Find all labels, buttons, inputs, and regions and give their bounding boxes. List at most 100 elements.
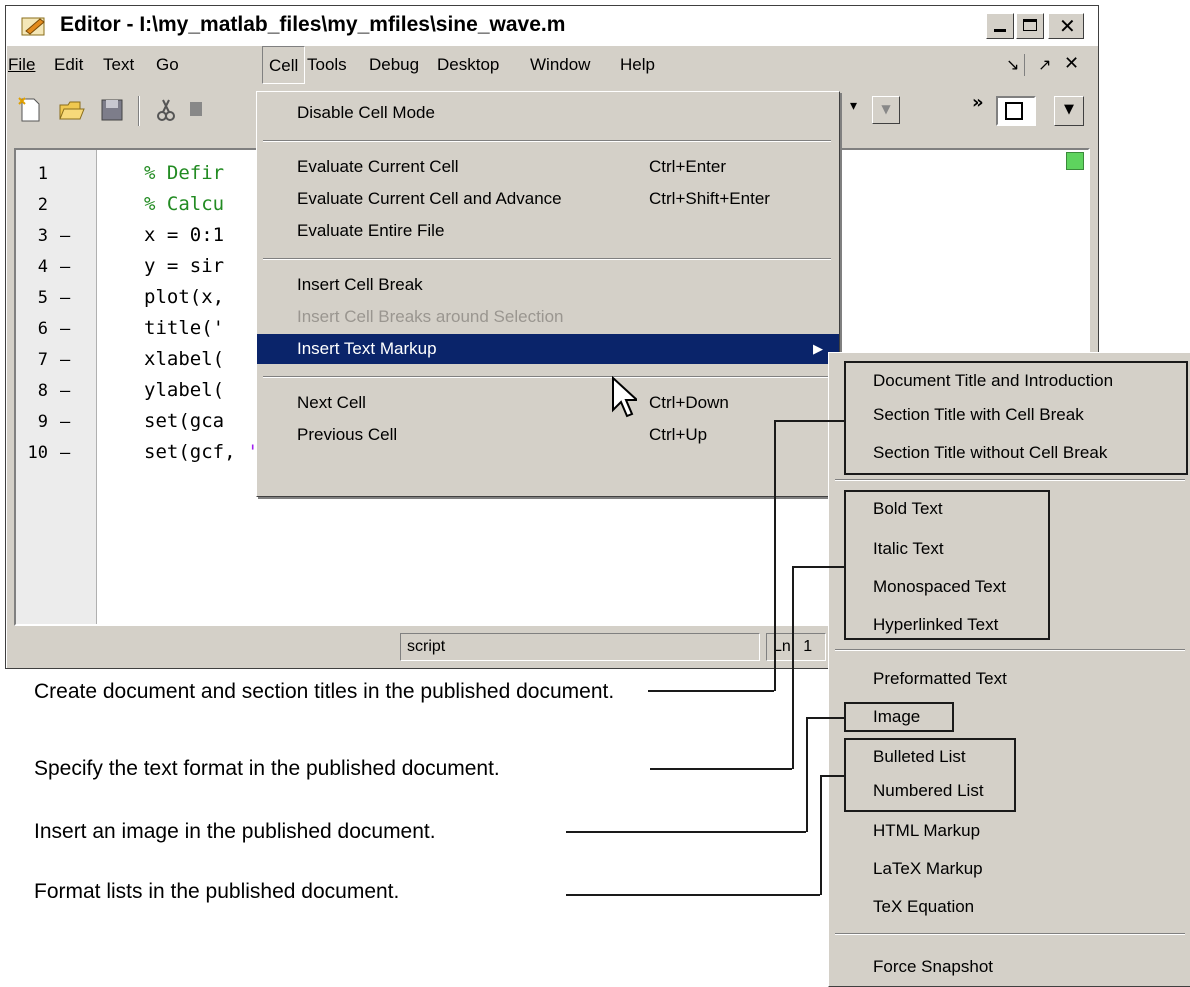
menu-file[interactable]: File (8, 55, 35, 75)
code-line[interactable]: % Defir (144, 162, 224, 184)
code-line[interactable]: xlabel( (144, 348, 224, 370)
connector-text-format (650, 768, 792, 770)
menu-separator (263, 258, 831, 260)
submenu-item-12[interactable]: LaTeX Markup (829, 853, 1189, 885)
close-doc-icon[interactable]: ✕ (1064, 53, 1079, 74)
minimize-button[interactable] (986, 13, 1014, 39)
menu-window[interactable]: Window (530, 55, 590, 75)
undock-icon[interactable]: ↗ (1038, 55, 1051, 74)
cut-icon[interactable] (152, 96, 180, 124)
cell-menu-item-6[interactable]: Insert Cell Break (257, 270, 839, 300)
cell-menu: Disable Cell Mode Evaluate Current Cell Ct… (256, 91, 840, 497)
cell-menu-item-0[interactable]: Disable Cell Mode (257, 98, 839, 128)
breakpoint-marker[interactable]: – (60, 257, 70, 277)
code-line[interactable]: ylabel( (144, 379, 224, 401)
line-number: 7 (37, 350, 48, 370)
connector-titles (648, 690, 774, 692)
close-button[interactable]: ✕ (1048, 13, 1084, 39)
code-text: x = 0:1 (144, 224, 225, 246)
breakpoint-marker[interactable]: – (60, 381, 70, 401)
breakpoint-marker[interactable]: – (60, 412, 70, 432)
text-format-group-box (844, 490, 1050, 640)
lists-group-box (844, 738, 1016, 812)
menu-item-shortcut: Ctrl+Enter (649, 157, 726, 176)
menu-item-label: Previous Cell (297, 425, 398, 444)
toolbar-dropdown-button[interactable]: ▼ (872, 96, 900, 124)
menu-desktop[interactable]: Desktop (437, 55, 499, 75)
submenu-item-13[interactable]: TeX Equation (829, 891, 1189, 923)
callout-titles: Create document and section titles in th… (34, 680, 615, 703)
image-group-box (844, 702, 954, 732)
code-line[interactable]: x = 0:1 (144, 224, 224, 246)
code-line[interactable]: title(' (144, 317, 224, 339)
menu-item-shortcut: Ctrl+Shift+Enter (649, 189, 770, 208)
callout-image: Insert an image in the published documen… (34, 820, 436, 843)
menu-cell[interactable]: Cell (262, 46, 306, 84)
menu-item-shortcut: Ctrl+Up (649, 425, 708, 444)
callout-lists: Format lists in the published document. (34, 880, 400, 903)
menu-text[interactable]: Text (103, 55, 134, 75)
code-line[interactable]: % Calcu (144, 193, 224, 215)
breakpoint-marker[interactable]: – (60, 443, 70, 463)
menu-tools[interactable]: Tools (307, 55, 347, 75)
cell-menu-item-3[interactable]: Evaluate Current Cell and Advance Ctrl+Sh… (257, 184, 839, 214)
code-analyzer-status-icon[interactable] (1066, 152, 1084, 170)
cell-selector[interactable] (996, 96, 1036, 126)
submenu-item-label: LaTeX Markup (873, 859, 983, 878)
code-line[interactable]: plot(x, (144, 286, 224, 308)
menu-help[interactable]: Help (620, 55, 655, 75)
line-gutter: 1 2 3–4–5–6–7–8–9–10– (16, 150, 97, 624)
menu-item-label: Evaluate Current Cell (297, 157, 459, 176)
menu-item-label: Insert Text Markup (297, 339, 437, 358)
submenu-item-11[interactable]: HTML Markup (829, 815, 1189, 847)
code-text: xlabel( (144, 348, 225, 370)
code-line[interactable]: set(gca (144, 410, 224, 432)
maximize-button[interactable] (1016, 13, 1044, 39)
breakpoint-marker[interactable]: – (60, 288, 70, 308)
cell-menu-item-11[interactable]: Previous Cell Ctrl+Up (257, 420, 839, 450)
cell-menu-item-10[interactable]: Next Cell Ctrl+Down (257, 388, 839, 418)
status-line-value: 1 (803, 638, 813, 655)
menu-item-label: Evaluate Entire File (297, 221, 445, 240)
menu-go[interactable]: Go (156, 55, 179, 75)
breakpoint-marker[interactable]: – (60, 350, 70, 370)
cell-menu-item-7: Insert Cell Breaks around Selection (257, 302, 839, 332)
toolbar-overflow-icon[interactable]: » (972, 92, 984, 113)
new-file-icon[interactable] (16, 96, 44, 124)
status-mode: script (400, 633, 760, 661)
cell-menu-item-4[interactable]: Evaluate Entire File (257, 216, 839, 246)
submenu-item-label: Preformatted Text (873, 669, 1007, 688)
cell-menu-item-2[interactable]: Evaluate Current Cell Ctrl+Enter (257, 152, 839, 182)
titles-group-box (844, 361, 1188, 475)
cell-selector-dropdown[interactable]: ▼ (1054, 96, 1084, 126)
connector-image (566, 831, 806, 833)
square-icon (1005, 102, 1023, 120)
connector-lists (566, 894, 820, 896)
breakpoint-marker[interactable]: – (60, 226, 70, 246)
dock-icon[interactable]: ↘ (1006, 55, 1019, 74)
menu-item-label: Evaluate Current Cell and Advance (297, 189, 562, 208)
menu-debug[interactable]: Debug (369, 55, 419, 75)
cell-menu-item-8[interactable]: Insert Text Markup ▶ (257, 334, 839, 364)
menu-edit[interactable]: Edit (54, 55, 83, 75)
submenu-item-7[interactable]: Preformatted Text (829, 663, 1189, 695)
connector-text-format-v (792, 566, 794, 769)
breakpoint-marker[interactable]: – (60, 319, 70, 339)
submenu-item-label: TeX Equation (873, 897, 975, 916)
submenu-item-14[interactable]: Force Snapshot (829, 951, 1189, 983)
window-title: Editor - I:\my_matlab_files\my_mfiles\si… (60, 13, 566, 36)
copy-icon[interactable] (188, 96, 202, 124)
submenu-arrow-icon: ▶ (813, 341, 823, 356)
line-number: 10 (27, 443, 48, 463)
code-text: set(gcf, (144, 441, 247, 463)
line-number: 6 (37, 319, 48, 339)
mouse-pointer-icon (612, 376, 637, 418)
open-folder-icon[interactable] (58, 96, 86, 124)
save-icon[interactable] (98, 96, 126, 124)
title-bar[interactable]: Editor - I:\my_matlab_files\my_mfiles\si… (6, 6, 1098, 46)
callout-text-format: Specify the text format in the published… (34, 757, 500, 780)
dropdown-caret: ▾ (850, 98, 858, 114)
code-line[interactable]: y = sir (144, 255, 224, 277)
line-number: 8 (37, 381, 48, 401)
connector-image-h (806, 717, 844, 719)
